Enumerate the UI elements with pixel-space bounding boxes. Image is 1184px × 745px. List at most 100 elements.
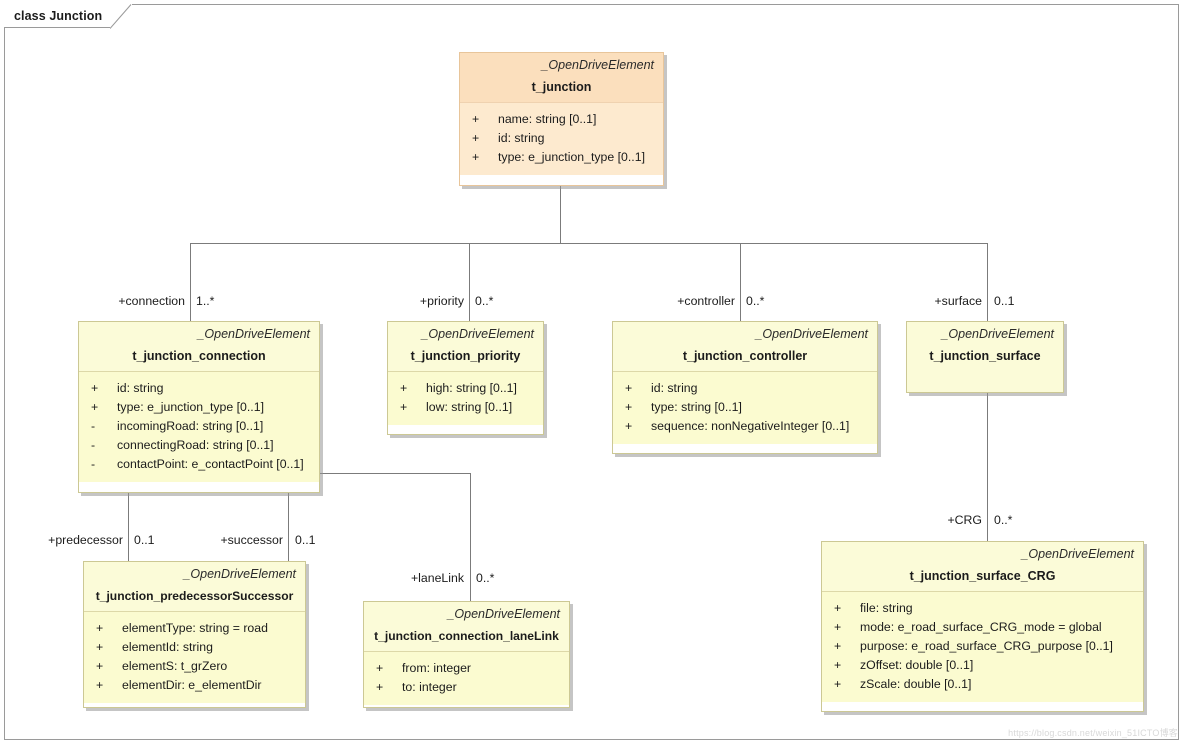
class-stereotype: _OpenDriveElement	[421, 327, 534, 341]
connector-drop-controller	[740, 243, 741, 321]
class-stereotype: _OpenDriveElement	[183, 567, 296, 581]
class-name: t_junction_connection	[132, 349, 266, 363]
connector-drop-priority	[469, 243, 470, 321]
class-attribute: + elementType: string = road	[92, 619, 297, 638]
attribute-visibility: +	[472, 131, 480, 145]
class-box-t-junction-surface-crg[interactable]: _OpenDriveElement t_junction_surface_CRG…	[821, 541, 1144, 712]
class-attribute: + purpose: e_road_surface_CRG_purpose [0…	[830, 637, 1135, 656]
class-header-t-junction-surface: _OpenDriveElement t_junction_surface	[907, 322, 1063, 392]
connector-predecessor	[128, 493, 129, 561]
connector-drop-surface	[987, 243, 988, 321]
class-attribute: + type: string [0..1]	[621, 398, 869, 417]
assoc-mult-connection: 1..*	[196, 294, 215, 308]
attribute-visibility: -	[91, 438, 96, 452]
attribute-visibility: +	[834, 658, 842, 672]
connector-drop-connection	[190, 243, 191, 321]
attribute-visibility: +	[472, 150, 480, 164]
class-box-t-junction-predecessor-successor[interactable]: _OpenDriveElement t_junction_predecessor…	[83, 561, 306, 708]
attribute-visibility: +	[834, 620, 842, 634]
class-attribute: + type: e_junction_type [0..1]	[468, 148, 655, 167]
connector-lanelink-vertical	[470, 473, 471, 601]
class-attributes-t-junction-priority: + high: string [0..1] + low: string [0..…	[388, 372, 543, 425]
attribute-visibility: +	[91, 381, 99, 395]
assoc-mult-surface: 0..1	[994, 294, 1015, 308]
attribute-text: id: string	[117, 381, 164, 395]
class-attribute: + low: string [0..1]	[396, 398, 535, 417]
class-header-t-junction-predecessor-successor: _OpenDriveElement t_junction_predecessor…	[84, 562, 305, 612]
attribute-text: elementId: string	[122, 640, 213, 654]
class-stereotype: _OpenDriveElement	[755, 327, 868, 341]
assoc-mult-controller: 0..*	[746, 294, 765, 308]
attribute-text: id: string	[498, 131, 545, 145]
attribute-visibility: +	[472, 112, 480, 126]
class-attribute: + elementDir: e_elementDir	[92, 676, 297, 695]
watermark: https://blog.csdn.net/weixin_51ICTO博客	[1008, 728, 1178, 738]
attribute-text: elementDir: e_elementDir	[122, 678, 262, 692]
attribute-text: elementS: t_grZero	[122, 659, 228, 673]
attribute-text: file: string	[860, 601, 913, 615]
class-attribute: + from: integer	[372, 659, 561, 678]
assoc-role-lanelink: +laneLink	[411, 571, 464, 585]
attribute-visibility: +	[834, 639, 842, 653]
attribute-text: zScale: double [0..1]	[860, 677, 972, 691]
class-box-t-junction-surface[interactable]: _OpenDriveElement t_junction_surface	[906, 321, 1064, 393]
attribute-visibility: +	[376, 661, 384, 675]
assoc-role-crg: +CRG	[947, 513, 982, 527]
attribute-text: id: string	[651, 381, 698, 395]
diagram-frame-title-body: class Junction	[4, 4, 111, 28]
assoc-mult-priority: 0..*	[475, 294, 494, 308]
connector-lanelink-horizontal	[320, 473, 470, 474]
class-name: t_junction_surface	[929, 349, 1041, 363]
class-attribute: + high: string [0..1]	[396, 379, 535, 398]
attribute-visibility: +	[834, 601, 842, 615]
class-attributes-t-junction-surface-crg: + file: string + mode: e_road_surface_CR…	[822, 592, 1143, 702]
class-attributes-t-junction-connection: + id: string + type: e_junction_type [0.…	[79, 372, 319, 482]
class-attribute: + sequence: nonNegativeInteger [0..1]	[621, 417, 869, 436]
class-header-t-junction: _OpenDriveElement t_junction	[460, 53, 663, 103]
connector-successor	[288, 493, 289, 561]
attribute-visibility: -	[91, 419, 96, 433]
attribute-visibility: -	[91, 457, 96, 471]
uml-class-diagram: class Junction +connection 1..* +priorit…	[0, 0, 1184, 745]
attribute-text: type: string [0..1]	[651, 400, 742, 414]
attribute-visibility: +	[625, 400, 633, 414]
class-name: t_junction	[531, 80, 592, 94]
frame-tab-slant-icon	[110, 4, 132, 29]
class-stereotype: _OpenDriveElement	[941, 327, 1054, 341]
class-attribute: - incomingRoad: string [0..1]	[87, 417, 311, 436]
class-stereotype: _OpenDriveElement	[447, 607, 560, 621]
attribute-text: high: string [0..1]	[426, 381, 517, 395]
attribute-visibility: +	[91, 400, 99, 414]
attribute-text: contactPoint: e_contactPoint [0..1]	[117, 457, 304, 471]
class-attribute: + id: string	[87, 379, 311, 398]
assoc-mult-successor: 0..1	[295, 533, 316, 547]
class-box-t-junction-connection[interactable]: _OpenDriveElement t_junction_connection …	[78, 321, 320, 493]
class-box-t-junction-connection-lanelink[interactable]: _OpenDriveElement t_junction_connection_…	[363, 601, 570, 708]
attribute-visibility: +	[625, 419, 633, 433]
class-name: t_junction_predecessorSuccessor	[95, 589, 294, 603]
attribute-text: low: string [0..1]	[426, 400, 513, 414]
attribute-text: to: integer	[402, 680, 457, 694]
attribute-text: zOffset: double [0..1]	[860, 658, 974, 672]
class-box-t-junction[interactable]: _OpenDriveElement t_junction + name: str…	[459, 52, 664, 186]
attribute-visibility: +	[96, 678, 104, 692]
class-box-t-junction-controller[interactable]: _OpenDriveElement t_junction_controller …	[612, 321, 878, 454]
assoc-mult-crg: 0..*	[994, 513, 1013, 527]
assoc-role-priority: +priority	[419, 294, 464, 308]
assoc-role-controller: +controller	[677, 294, 735, 308]
attribute-text: mode: e_road_surface_CRG_mode = global	[860, 620, 1102, 634]
class-box-t-junction-priority[interactable]: _OpenDriveElement t_junction_priority + …	[387, 321, 544, 435]
class-attributes-t-junction-controller: + id: string + type: string [0..1] + seq…	[613, 372, 877, 444]
class-name: t_junction_priority	[410, 349, 521, 363]
attribute-text: incomingRoad: string [0..1]	[117, 419, 264, 433]
attribute-visibility: +	[376, 680, 384, 694]
attribute-text: purpose: e_road_surface_CRG_purpose [0..…	[860, 639, 1113, 653]
class-stereotype: _OpenDriveElement	[1021, 547, 1134, 561]
attribute-visibility: +	[96, 640, 104, 654]
attribute-visibility: +	[834, 677, 842, 691]
attribute-text: name: string [0..1]	[498, 112, 597, 126]
class-header-t-junction-connection-lanelink: _OpenDriveElement t_junction_connection_…	[364, 602, 569, 652]
attribute-visibility: +	[625, 381, 633, 395]
connector-crg	[987, 393, 988, 541]
class-stereotype: _OpenDriveElement	[541, 58, 654, 72]
